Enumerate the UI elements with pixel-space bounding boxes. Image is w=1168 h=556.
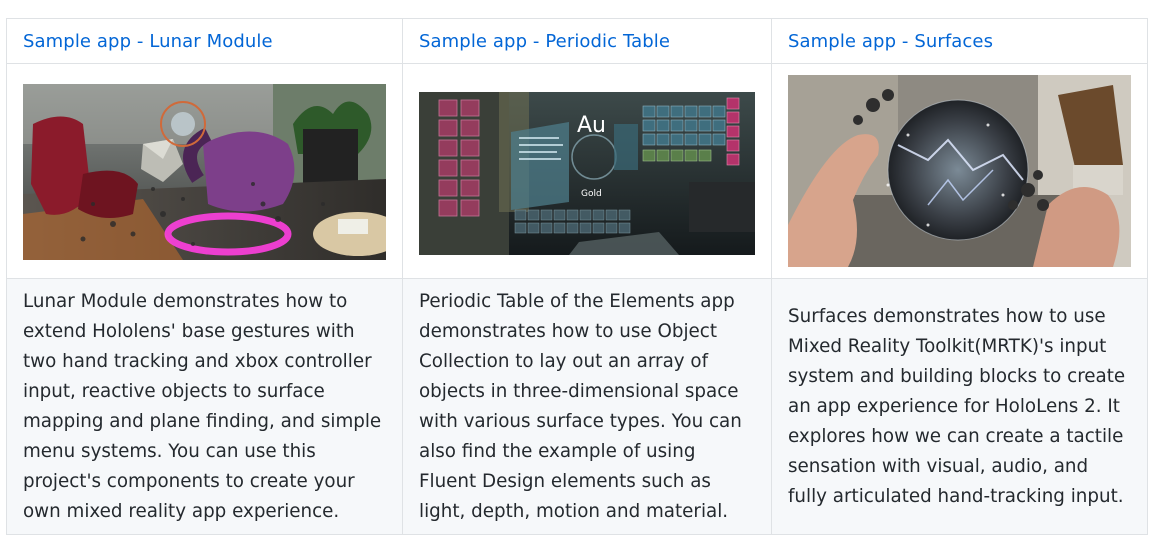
image-cell-lunar-module [6,63,403,279]
image-cell-surfaces [771,63,1148,279]
description-periodic-table: Periodic Table of the Elements app demon… [402,278,772,535]
lunar-module-screenshot[interactable] [23,83,386,260]
lunar-module-link[interactable]: Sample app - Lunar Module [23,31,273,52]
sample-apps-table: Sample app - Lunar Module Sample app - P… [6,18,1148,535]
header-cell-periodic-table: Sample app - Periodic Table [402,18,772,64]
description-surfaces: Surfaces demonstrates how to use Mixed R… [771,278,1148,535]
surfaces-link[interactable]: Sample app - Surfaces [788,31,993,52]
header-cell-lunar-module: Sample app - Lunar Module [6,18,403,64]
periodic-table-link[interactable]: Sample app - Periodic Table [419,31,670,52]
gold-symbol-text: Au [577,113,606,138]
surfaces-screenshot[interactable] [788,75,1131,267]
periodic-table-screenshot[interactable]: Au Gold [419,91,755,255]
image-cell-periodic-table: Au Gold [402,63,772,279]
description-lunar-module: Lunar Module demonstrates how to extend … [6,278,403,535]
header-cell-surfaces: Sample app - Surfaces [771,18,1148,64]
gold-name-text: Gold [581,189,602,199]
